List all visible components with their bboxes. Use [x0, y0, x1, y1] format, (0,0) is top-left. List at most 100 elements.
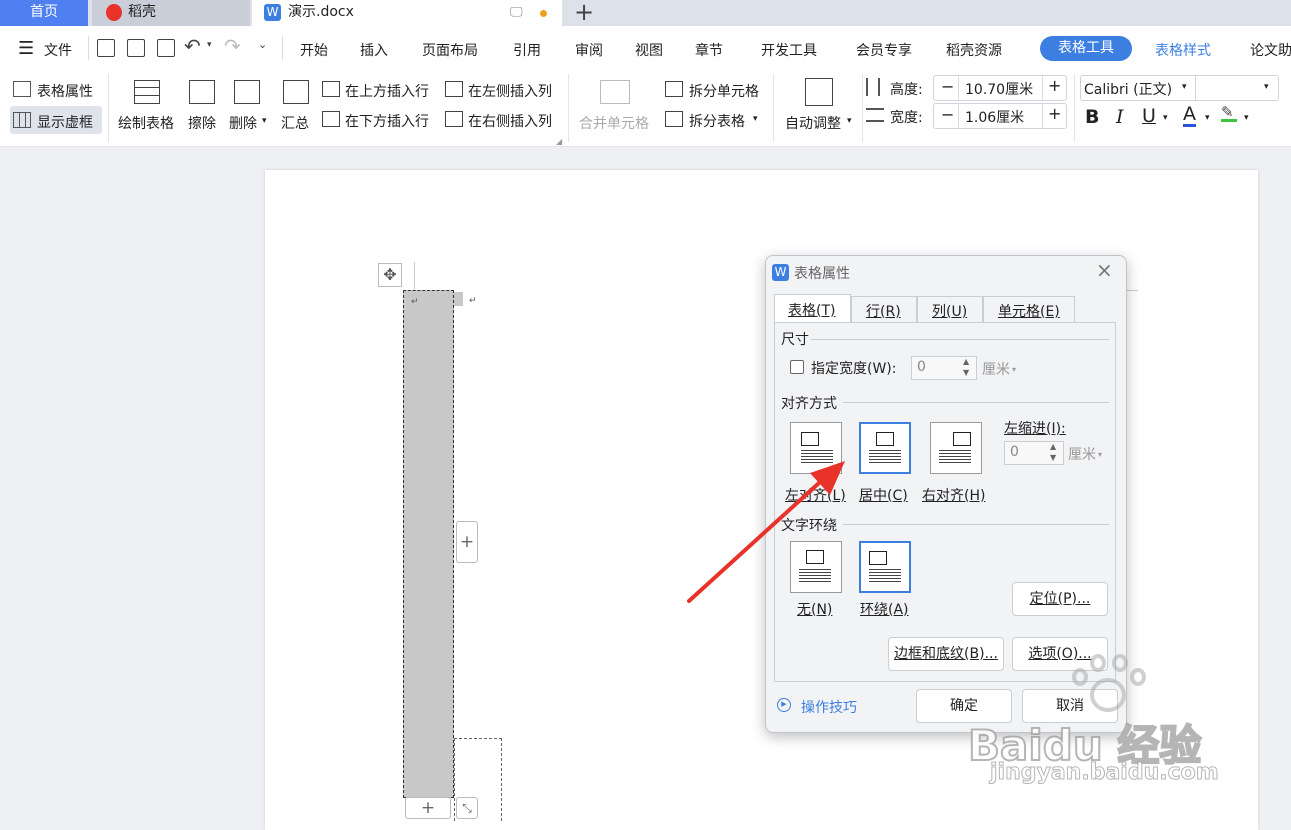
more-dropdown-icon[interactable]: ⌄	[258, 38, 267, 51]
tab-home[interactable]: 首页	[0, 0, 88, 26]
draw-table-button[interactable]: 绘制表格	[116, 76, 180, 134]
erase-button[interactable]: 擦除	[186, 76, 222, 134]
bold-button[interactable]: B	[1085, 106, 1099, 128]
new-tab-icon[interactable]: +	[574, 0, 594, 26]
menu-member[interactable]: 会员专享	[856, 40, 912, 60]
delete-table-icon	[234, 80, 260, 104]
table-width-spinner[interactable]: 0 ▲ ▼	[911, 356, 977, 380]
add-row-button[interactable]: +	[405, 797, 451, 819]
table-cell-selected[interactable]: ↵	[403, 290, 454, 798]
spinner-down-icon[interactable]: ▼	[963, 368, 969, 377]
underline-button[interactable]: U	[1142, 105, 1156, 127]
redo-icon[interactable]: ↷	[224, 34, 241, 58]
menu-paper-assistant[interactable]: 论文助	[1250, 40, 1291, 60]
summary-button[interactable]: 汇总	[279, 76, 315, 134]
hamburger-icon[interactable]: ☰	[18, 38, 34, 59]
tips-link[interactable]: 操作技巧	[801, 697, 857, 717]
split-cells-button[interactable]: 拆分单元格	[663, 78, 767, 102]
divider	[88, 36, 89, 60]
tab-row[interactable]: 行(R)	[851, 296, 917, 323]
split-table-button[interactable]: 拆分表格 ▾	[663, 108, 767, 132]
menu-table-tools[interactable]: 表格工具	[1040, 36, 1132, 61]
font-size-dropdown-icon: ▾	[1264, 82, 1269, 92]
add-column-button[interactable]: +	[456, 521, 478, 563]
menu-view[interactable]: 视图	[635, 40, 663, 60]
unit-dropdown-icon[interactable]: ▾	[1012, 365, 1016, 374]
width-stepper[interactable]: − 1.06厘米 +	[933, 103, 1067, 129]
menu-page-layout[interactable]: 页面布局	[422, 40, 478, 60]
insert-row-below-button[interactable]: 在下方插入行	[320, 108, 438, 132]
print-preview-icon[interactable]	[157, 39, 175, 57]
auto-adjust-button[interactable]: 自动调整 ▾	[782, 76, 858, 134]
group-expand-icon[interactable]: ◢	[556, 137, 562, 146]
highlight-icon[interactable]: ✎	[1221, 105, 1237, 122]
split-table-label: 拆分表格	[689, 114, 745, 130]
align-right-option[interactable]	[930, 422, 982, 474]
menu-review[interactable]: 审阅	[575, 40, 603, 60]
paw-pad	[1090, 678, 1126, 712]
tab-document-label: 演示.docx	[288, 4, 354, 20]
left-indent-spinner[interactable]: 0 ▲ ▼	[1004, 441, 1064, 465]
tab-document[interactable]: W 演示.docx 🖵	[252, 0, 562, 26]
table-move-handle-icon[interactable]: ✥	[378, 263, 402, 287]
width-value[interactable]: 1.06厘米	[965, 107, 1024, 127]
align-center-option[interactable]	[859, 422, 911, 474]
close-icon[interactable]: ×	[1096, 258, 1113, 282]
paw-toe	[1112, 654, 1128, 672]
table-properties-button[interactable]: 表格属性	[10, 78, 102, 102]
save-icon[interactable]	[97, 39, 115, 57]
unit-dropdown-icon[interactable]: ▾	[1098, 450, 1102, 459]
insert-row-above-icon	[322, 81, 340, 97]
font-color-button[interactable]: A	[1183, 104, 1196, 127]
delete-button[interactable]: 删除 ▾	[229, 76, 273, 134]
width-decrement-icon[interactable]: −	[941, 105, 954, 124]
undo-icon[interactable]: ↶	[184, 34, 201, 58]
tab-table[interactable]: 表格(T)	[774, 294, 851, 323]
height-decrement-icon[interactable]: −	[941, 77, 954, 96]
left-indent-unit[interactable]: 厘米	[1068, 444, 1096, 464]
font-color-dropdown-icon[interactable]: ▾	[1205, 113, 1210, 123]
menu-home[interactable]: 开始	[300, 40, 328, 60]
tab-column[interactable]: 列(U)	[917, 296, 983, 323]
tab-daoke[interactable]: 稻壳	[92, 0, 250, 26]
export-icon[interactable]	[127, 39, 145, 57]
undo-dropdown-icon[interactable]: ▾	[207, 40, 212, 50]
spinner-up-icon[interactable]: ▲	[963, 357, 969, 366]
height-increment-icon[interactable]: +	[1048, 76, 1061, 95]
font-name-select[interactable]: Calibri (正文) ▾	[1080, 75, 1196, 101]
insert-column-left-button[interactable]: 在左侧插入列	[443, 78, 561, 102]
position-button[interactable]: 定位(P)...	[1012, 582, 1108, 616]
menu-developer[interactable]: 开发工具	[761, 40, 817, 60]
show-gridlines-button[interactable]: 显示虚框	[10, 106, 102, 134]
table-width-unit[interactable]: 厘米	[982, 359, 1010, 379]
font-name-value: Calibri (正文)	[1084, 82, 1173, 98]
height-value[interactable]: 10.70厘米	[965, 79, 1033, 99]
tab-cell[interactable]: 单元格(E)	[983, 296, 1075, 323]
spinner-up-icon[interactable]: ▲	[1050, 442, 1056, 451]
height-stepper[interactable]: − 10.70厘米 +	[933, 75, 1067, 101]
menu-table-style[interactable]: 表格样式	[1155, 40, 1211, 60]
menu-file[interactable]: 文件	[44, 40, 72, 60]
monitor-icon[interactable]: 🖵	[510, 1, 523, 25]
insert-column-right-button[interactable]: 在右侧插入列	[443, 108, 561, 132]
font-size-select[interactable]: ▾	[1195, 75, 1279, 101]
spinner-down-icon[interactable]: ▼	[1050, 453, 1056, 462]
insert-row-above-button[interactable]: 在上方插入行	[320, 78, 438, 102]
merge-cells-button[interactable]: 合并单元格	[577, 76, 657, 134]
play-tips-icon[interactable]: ▶	[777, 698, 791, 712]
menu-references[interactable]: 引用	[513, 40, 541, 60]
highlight-dropdown-icon[interactable]: ▾	[1244, 113, 1249, 123]
draw-table-label: 绘制表格	[118, 116, 174, 132]
tab-home-label: 首页	[30, 4, 58, 20]
borders-shading-button[interactable]: 边框和底纹(B)...	[888, 637, 1004, 671]
divider	[773, 74, 774, 142]
menu-daoke-resources[interactable]: 稻壳资源	[946, 40, 1002, 60]
wrap-around-option[interactable]	[859, 541, 911, 593]
italic-button[interactable]: I	[1116, 106, 1124, 128]
menu-insert[interactable]: 插入	[360, 40, 388, 60]
width-increment-icon[interactable]: +	[1048, 104, 1061, 123]
specify-width-checkbox[interactable]	[790, 360, 804, 374]
underline-dropdown-icon[interactable]: ▾	[1163, 113, 1168, 123]
menu-section[interactable]: 章节	[695, 40, 723, 60]
table-resize-handle-icon[interactable]: ⤡	[456, 797, 478, 819]
